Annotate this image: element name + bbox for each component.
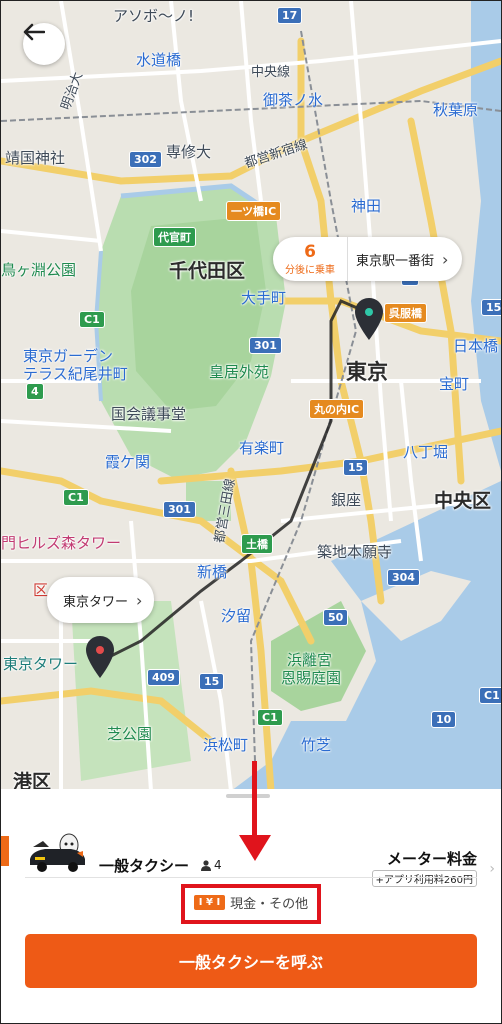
map-label: アソボ〜ノ! [113, 7, 195, 25]
map-label: 恩賜庭園 [281, 669, 342, 687]
map-label: 御茶ノ水 [263, 91, 324, 109]
map-label: 新橋 [197, 563, 228, 581]
seat-count-value: 4 [214, 858, 222, 872]
map-label: 大手町 [241, 289, 287, 307]
map-label: 銀座 [331, 491, 362, 509]
map-label: 秋葉原 [433, 101, 479, 119]
map-label: 芝公園 [107, 725, 153, 743]
chevron-right-icon: › [136, 590, 143, 610]
route-shield: 301 [249, 337, 282, 354]
route-shield: 301 [163, 501, 196, 518]
route-shield: C1 [79, 311, 105, 328]
eta-box: 6 分後に乗車 [273, 237, 348, 281]
route-shield: 10 [431, 711, 457, 728]
route-shield: C1 [257, 709, 283, 726]
route-shield: 4 [26, 383, 44, 400]
map-view[interactable]: アソボ〜ノ! 水道橋 中央線 御茶ノ水 秋葉原 明治大 都営新宿線 専修大 靖国… [1, 1, 501, 791]
route-shield: 304 [387, 569, 420, 586]
map-label: 東京タワー [3, 655, 79, 673]
chevron-right-icon: › [442, 249, 449, 269]
map-label: 霞ケ関 [105, 453, 151, 471]
divider [25, 877, 477, 878]
map-label: 有楽町 [239, 439, 285, 457]
map-label: 鳥ヶ淵公園 [1, 261, 77, 279]
pickup-bubble[interactable]: 6 分後に乗車 東京駅一番街 › [273, 237, 463, 281]
map-label: 八丁堀 [403, 443, 449, 461]
destination-address: 東京タワー [63, 594, 129, 610]
map-label: 靖国神社 [5, 149, 66, 167]
map-label: 一ツ橋IC [226, 201, 282, 221]
map-label: 呉服橋 [384, 303, 427, 323]
pickup-pin-icon[interactable] [354, 297, 384, 341]
map-label: 専修大 [166, 143, 212, 161]
map-label: 浜松町 [203, 736, 249, 754]
eta-minutes: 6 [304, 241, 316, 262]
route-shield: C1 [479, 687, 501, 704]
map-label: 宝町 [439, 375, 470, 393]
annotation-highlight-box [181, 884, 321, 924]
map-label: 中央区 [434, 490, 492, 512]
map-label: 土橋 [241, 534, 273, 554]
map-label: 千代田区 [169, 260, 246, 282]
back-button[interactable] [23, 23, 65, 65]
map-label: 中央線 [251, 65, 291, 80]
map-label: 皇居外苑 [209, 363, 270, 381]
route-shield: 17 [277, 7, 303, 24]
route-shield: 15 [199, 673, 225, 690]
seat-count: 4 [201, 858, 222, 872]
app-screen: アソボ〜ノ! 水道橋 中央線 御茶ノ水 秋葉原 明治大 都営新宿線 専修大 靖国… [0, 0, 502, 1024]
map-label: テラス紀尾井町 [23, 365, 128, 383]
annotation-arrow-line [252, 761, 257, 841]
chevron-right-icon: › [489, 861, 495, 877]
pickup-address: 東京駅一番街 [356, 253, 435, 269]
service-name: 一般タクシー [99, 857, 190, 875]
map-label: 港区 [13, 771, 52, 791]
route-shield: 15 [343, 459, 369, 476]
route-shield: 50 [323, 609, 349, 626]
route-shield: C1 [63, 489, 89, 506]
eta-caption: 分後に乗車 [285, 264, 335, 276]
map-label: 代官町 [153, 227, 196, 247]
fare-title: メーター料金 [386, 850, 477, 868]
person-icon [201, 859, 211, 871]
sheet-drag-handle[interactable] [226, 794, 270, 798]
map-label: 区 [33, 581, 49, 599]
destination-bubble[interactable]: 東京タワー › [47, 577, 155, 623]
map-label: 門ヒルズ森タワー [1, 534, 122, 552]
map-label: 東京 [346, 360, 388, 384]
selected-indicator [1, 836, 9, 866]
map-label: 汐留 [221, 607, 252, 625]
route-shield: 409 [147, 669, 180, 686]
call-taxi-button[interactable]: 一般タクシーを呼ぶ [25, 934, 477, 988]
map-label: 日本橋 [453, 337, 499, 355]
map-label: 丸の内IC [309, 399, 365, 419]
map-label: 神田 [351, 197, 382, 215]
destination-pin-icon[interactable] [85, 635, 115, 679]
map-label: 築地本願寺 [317, 543, 393, 561]
fare-note: +アプリ利用料260円 [371, 870, 477, 887]
annotation-arrow-icon [239, 835, 271, 861]
route-shield: 302 [129, 151, 162, 168]
route-shield: 15 [481, 299, 501, 316]
map-label: 竹芝 [301, 736, 332, 754]
arrow-left-icon [23, 23, 45, 41]
taxi-car-icon [30, 833, 85, 872]
map-label: 水道橋 [136, 51, 182, 69]
map-label: 国会議事堂 [111, 405, 187, 423]
